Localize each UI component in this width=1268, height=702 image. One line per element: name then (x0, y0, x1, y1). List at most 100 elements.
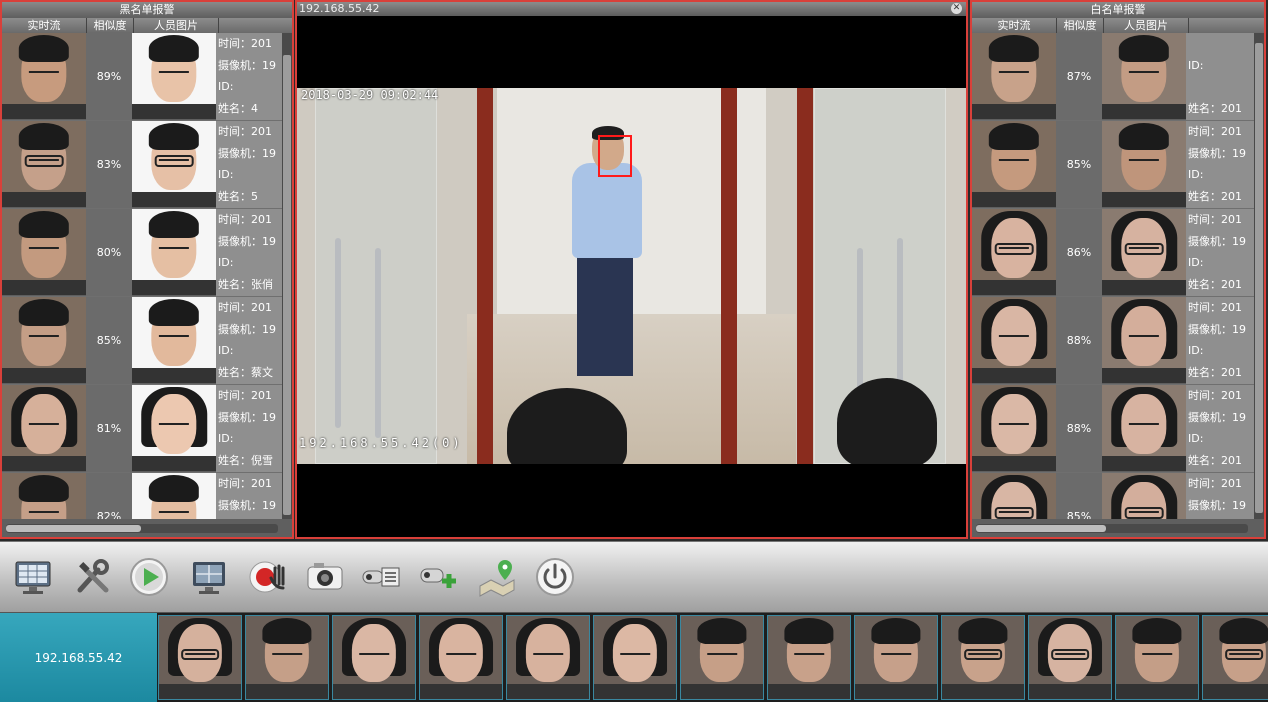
captured-face[interactable] (1202, 615, 1268, 700)
info-name: 姓名：201 (1188, 365, 1242, 379)
col-similarity: 相似度 (87, 18, 134, 33)
info-id: ID: (218, 432, 234, 445)
monitor-grid-icon[interactable] (12, 556, 54, 598)
live-snapshot[interactable] (972, 385, 1056, 471)
video-view[interactable]: 192.168.55.42 ✕ 2018-03-29 09:02:44 192.… (295, 0, 968, 539)
person-photo[interactable] (1102, 33, 1186, 119)
close-icon[interactable]: ✕ (951, 3, 962, 14)
live-snapshot[interactable] (972, 297, 1056, 383)
captured-face[interactable] (158, 615, 242, 700)
alarm-row[interactable]: 87% ID: 姓名：201 (972, 33, 1264, 121)
alarm-row[interactable]: 88% 时间：201 摄像机：19 ID: 姓名：201 (972, 385, 1264, 473)
whitelist-rows[interactable]: 87% ID: 姓名：201 85% 时间：201 摄像机：19 ID: 姓名：201 86% 时… (972, 33, 1264, 519)
tools-icon[interactable] (72, 556, 114, 598)
captured-face[interactable] (1115, 615, 1199, 700)
person-photo[interactable] (132, 209, 216, 295)
snapshot-face (2, 473, 86, 519)
blacklist-vscroll[interactable] (282, 33, 292, 519)
snapshot-face (972, 297, 1056, 383)
registered-face (132, 33, 216, 119)
person-info: ID: 姓名：201 (1186, 33, 1264, 120)
camera-tile[interactable]: 192.168.55.42 (0, 613, 157, 702)
similarity-value: 88% (1056, 297, 1102, 384)
blacklist-hscroll[interactable] (6, 524, 278, 533)
person-photo[interactable] (132, 473, 216, 519)
live-snapshot[interactable] (972, 473, 1056, 519)
live-snapshot[interactable] (2, 209, 86, 295)
screen-layout-icon[interactable] (188, 556, 230, 598)
info-id: ID: (218, 256, 234, 269)
record-stop-icon[interactable] (248, 556, 290, 598)
camera-feed[interactable]: 2018-03-29 09:02:44 192.168.55.42(0) (297, 88, 966, 464)
live-snapshot[interactable] (2, 121, 86, 207)
person-photo[interactable] (1102, 121, 1186, 207)
person-photo[interactable] (132, 297, 216, 383)
live-snapshot[interactable] (972, 209, 1056, 295)
alarm-row[interactable]: 80% 时间：201 摄像机：19 ID: 姓名：张俏 (2, 209, 292, 297)
info-name: 姓名：张俏 (218, 277, 273, 291)
registered-face (1102, 385, 1186, 471)
captured-face[interactable] (767, 615, 851, 700)
col-stream: 实时流 (972, 18, 1057, 33)
alarm-row[interactable]: 83% 时间：201 摄像机：19 ID: 姓名：5 (2, 121, 292, 209)
power-icon[interactable] (534, 556, 576, 598)
alarm-row[interactable]: 88% 时间：201 摄像机：19 ID: 姓名：201 (972, 297, 1264, 385)
whitelist-vscroll[interactable] (1254, 33, 1264, 519)
live-snapshot[interactable] (972, 33, 1056, 119)
alarm-row[interactable]: 85%时间：201摄像机：19ID:姓名：201 (972, 473, 1264, 519)
whitelist-hscroll[interactable] (976, 524, 1248, 533)
captured-face-image (1029, 616, 1111, 699)
captured-face[interactable] (680, 615, 764, 700)
captured-face[interactable] (854, 615, 938, 700)
info-time: 时间：201 (1188, 213, 1242, 226)
captured-face[interactable] (245, 615, 329, 700)
person-photo[interactable] (1102, 209, 1186, 295)
blacklist-rows[interactable]: 89% 时间：201 摄像机：19 ID: 姓名：4 83% 时间：201 摄像机：19 ID:… (2, 33, 292, 519)
playback-icon[interactable] (128, 556, 170, 598)
similarity-value: 86% (1056, 209, 1102, 296)
info-camera: 摄像机：19 (1188, 410, 1246, 424)
whitelist-panel: 白名单报警 实时流 相似度 人员图片 87% ID: 姓名：201 85% 时间：201… (970, 0, 1266, 539)
alarm-row[interactable]: 89% 时间：201 摄像机：19 ID: 姓名：4 (2, 33, 292, 121)
live-snapshot[interactable] (2, 33, 86, 119)
captured-face-image (1203, 616, 1268, 699)
similarity-value: 85% (86, 297, 132, 384)
captured-face-image (333, 616, 415, 699)
captured-face-image (681, 616, 763, 699)
person-photo[interactable] (1102, 385, 1186, 471)
captured-face[interactable] (419, 615, 503, 700)
person-photo[interactable] (132, 33, 216, 119)
live-snapshot[interactable] (2, 297, 86, 383)
live-snapshot[interactable] (2, 473, 86, 519)
live-snapshot[interactable] (972, 121, 1056, 207)
person-photo[interactable] (1102, 473, 1186, 519)
alarm-row[interactable]: 86% 时间：201 摄像机：19 ID: 姓名：201 (972, 209, 1264, 297)
captured-face[interactable] (941, 615, 1025, 700)
similarity-value: 85% (1056, 121, 1102, 208)
snapshot-camera-icon[interactable] (304, 556, 346, 598)
alarm-row[interactable]: 82% 时间：201 摄像机：19 ID: (2, 473, 292, 519)
add-camera-icon[interactable] (418, 556, 460, 598)
alarm-row[interactable]: 85% 时间：201 摄像机：19 ID: 姓名：蔡文 (2, 297, 292, 385)
info-id: ID: (1188, 516, 1264, 519)
captured-face[interactable] (1028, 615, 1112, 700)
person-info: 时间：201 摄像机：19 ID: 姓名：张俏 (216, 209, 292, 296)
map-location-icon[interactable] (476, 556, 518, 598)
captured-face[interactable] (506, 615, 590, 700)
camera-list-icon[interactable] (360, 556, 402, 598)
live-snapshot[interactable] (2, 385, 86, 471)
person-photo[interactable] (132, 385, 216, 471)
person-photo[interactable] (1102, 297, 1186, 383)
alarm-row[interactable]: 81% 时间：201 摄像机：19 ID: 姓名：倪雪 (2, 385, 292, 473)
captured-face-image (1116, 616, 1198, 699)
captured-face-image (507, 616, 589, 699)
person-info: 时间：201 摄像机：19 ID: (216, 473, 292, 519)
registered-face (1102, 33, 1186, 119)
captured-face[interactable] (593, 615, 677, 700)
similarity-value: 87% (1056, 33, 1102, 120)
person-photo[interactable] (132, 121, 216, 207)
similarity-value: 89% (86, 33, 132, 120)
registered-face (132, 473, 216, 519)
captured-face[interactable] (332, 615, 416, 700)
alarm-row[interactable]: 85%时间：201摄像机：19ID:姓名：201 (972, 121, 1264, 209)
